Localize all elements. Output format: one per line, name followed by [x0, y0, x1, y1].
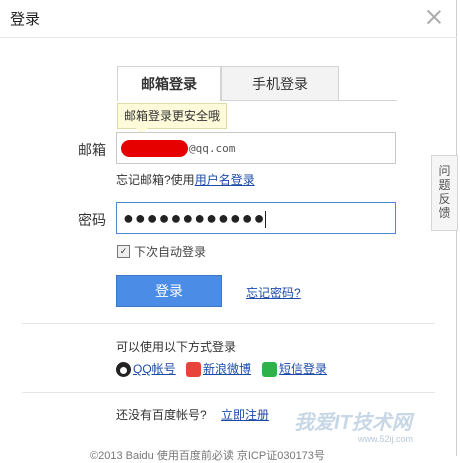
email-suffix: @qq.com — [189, 142, 236, 155]
dialog-header: 登录 — [0, 0, 457, 38]
sms-login-label[interactable]: 短信登录 — [279, 362, 327, 376]
weibo-icon — [186, 362, 201, 378]
remember-label[interactable]: 下次自动登录 — [134, 243, 206, 260]
email-label: 邮箱 — [78, 142, 106, 158]
sms-login[interactable]: 短信登录 — [262, 360, 327, 378]
password-field[interactable]: ●●●●●●●●●●●● — [116, 202, 396, 234]
feedback-tab[interactable]: 问 题 反 馈 — [431, 155, 458, 231]
qq-login[interactable]: QQ帐号 — [116, 360, 176, 378]
watermark-url: www.52ij.com — [358, 434, 414, 444]
tab-divider — [325, 100, 397, 101]
login-button[interactable]: 登录 — [116, 275, 222, 307]
username-login-link[interactable]: 用户名登录 — [195, 173, 255, 187]
redaction-mark — [121, 140, 188, 157]
no-account-text: 还没有百度帐号? — [116, 408, 207, 422]
qq-login-label[interactable]: QQ帐号 — [133, 362, 176, 376]
feedback-char: 问 — [438, 164, 451, 178]
close-icon[interactable] — [425, 8, 443, 26]
weibo-login-label[interactable]: 新浪微博 — [203, 362, 251, 376]
email-field[interactable]: @qq.com — [116, 132, 396, 164]
forgot-password-link[interactable]: 忘记密码? — [246, 284, 301, 301]
divider — [22, 392, 435, 393]
feedback-char: 题 — [438, 178, 451, 192]
watermark: 我爱IT技术网 www.52ij.com — [270, 402, 458, 452]
tooltip: 邮箱登录更安全哦 — [117, 103, 228, 134]
register-link[interactable]: 立即注册 — [221, 406, 269, 423]
remember-checkbox[interactable]: ✓ — [117, 245, 130, 258]
dialog-title: 登录 — [10, 11, 41, 28]
watermark-text: 我爱IT技术网 — [294, 412, 412, 434]
other-login-title: 可以使用以下方式登录 — [116, 340, 237, 354]
forgot-email-text: 忘记邮箱?使用 — [116, 173, 195, 187]
sms-icon — [262, 362, 277, 378]
divider — [22, 323, 435, 324]
tab-email-login[interactable]: 邮箱登录 — [117, 66, 221, 101]
forgot-email-hint: 忘记邮箱?使用用户名登录 — [116, 171, 255, 188]
weibo-login[interactable]: 新浪微博 — [186, 360, 251, 378]
qq-icon — [116, 362, 131, 378]
password-label: 密码 — [78, 212, 106, 228]
login-dialog: 登录 邮箱登录 手机登录 邮箱登录更安全哦 邮箱 @qq.com 忘记邮箱?使用… — [0, 0, 457, 462]
password-mask: ●●●●●●●●●●●● — [123, 208, 266, 228]
feedback-char: 馈 — [438, 206, 451, 220]
feedback-char: 反 — [438, 192, 451, 206]
tab-phone-login[interactable]: 手机登录 — [221, 66, 339, 101]
